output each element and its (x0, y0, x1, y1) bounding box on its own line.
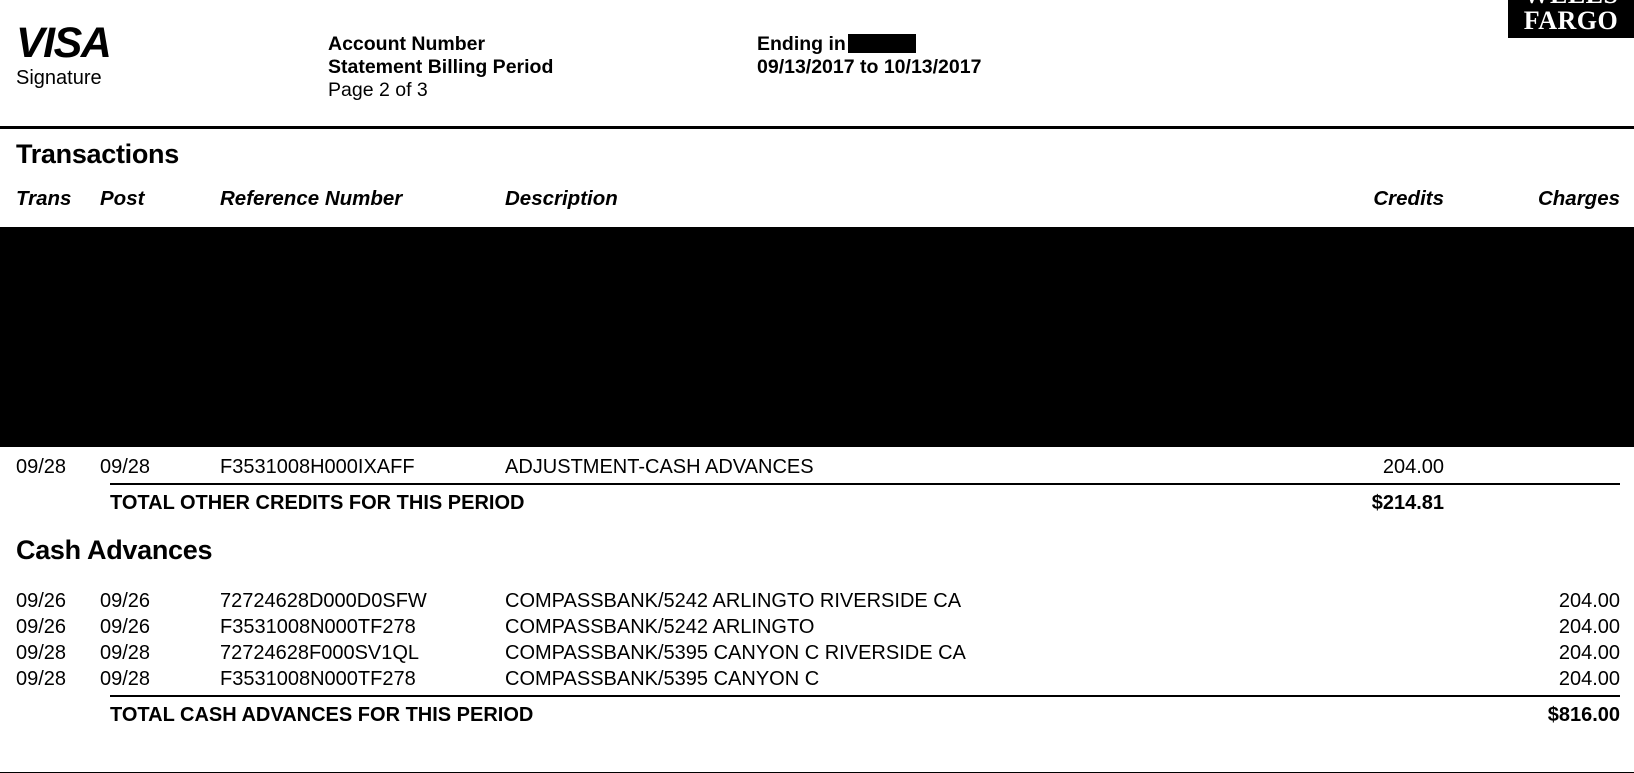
column-header-description: Description (505, 187, 618, 210)
row-trans-date: 09/28 (16, 642, 67, 664)
transactions-total-divider (110, 483, 1620, 485)
account-number-redaction (847, 34, 916, 53)
ending-in-row: Ending in (757, 33, 981, 56)
row-trans-date: 09/26 (16, 590, 67, 612)
row-post-date: 09/26 (100, 590, 151, 612)
row-charges: 204.00 (1558, 642, 1620, 664)
row-description: COMPASSBANK/5242 ARLINGTO RIVERSIDE CA (505, 590, 962, 612)
row-trans-date: 09/28 (16, 668, 67, 690)
column-header-charges: Charges (1537, 187, 1620, 210)
transactions-column-headers: Trans Post Reference Number Description … (0, 186, 1634, 212)
visa-signature-label: Signature (16, 67, 102, 89)
billing-period-label: Statement Billing Period (328, 56, 554, 78)
cash-advances-total-label: TOTAL CASH ADVANCES FOR THIS PERIOD (110, 704, 534, 726)
wells-fargo-logo: WELLS FARGO (1508, 0, 1634, 38)
statement-page: VISA Signature Account Number Statement … (0, 0, 1634, 773)
table-row: 09/28 09/28 F3531008N000TF278 COMPASSBAN… (0, 666, 1634, 692)
row-charges: 204.00 (1558, 590, 1620, 612)
row-reference: F3531008N000TF278 (220, 668, 416, 690)
row-description: ADJUSTMENT-CASH ADVANCES (505, 456, 814, 478)
billing-date-range: 09/13/2017 to 10/13/2017 (757, 56, 982, 78)
row-post-date: 09/28 (100, 642, 151, 664)
row-credits: 204.00 (1382, 456, 1444, 478)
row-reference: 72724628D000D0SFW (220, 590, 427, 612)
page-number-label: Page 2 of 3 (328, 79, 428, 101)
table-row: 09/26 09/26 72724628D000D0SFW COMPASSBAN… (0, 588, 1634, 614)
table-row: 09/28 09/28 72724628F000SV1QL COMPASSBAN… (0, 640, 1634, 666)
transactions-section-title: Transactions (16, 139, 179, 169)
row-reference: F3531008H000IXAFF (220, 456, 415, 478)
row-post-date: 09/26 (100, 616, 151, 638)
row-description: COMPASSBANK/5395 CANYON C (505, 668, 820, 690)
ending-in-label: Ending in (757, 33, 846, 55)
row-post-date: 09/28 (100, 456, 151, 478)
row-trans-date: 09/26 (16, 616, 67, 638)
row-description: COMPASSBANK/5395 CANYON C RIVERSIDE CA (505, 642, 966, 664)
cash-advances-total-charges: $816.00 (1547, 704, 1620, 726)
cash-advances-total-row: TOTAL CASH ADVANCES FOR THIS PERIOD $816… (0, 701, 1634, 729)
row-trans-date: 09/28 (16, 456, 67, 478)
column-header-reference: Reference Number (220, 187, 403, 210)
row-reference: F3531008N000TF278 (220, 616, 416, 638)
table-row: 09/28 09/28 F3531008H000IXAFF ADJUSTMENT… (0, 454, 1634, 480)
redacted-transactions-block (0, 227, 1634, 447)
account-info-values: Ending in 09/13/2017 to 10/13/2017 (757, 33, 981, 79)
row-description: COMPASSBANK/5242 ARLINGTO (505, 616, 815, 638)
row-charges: 204.00 (1558, 616, 1620, 638)
column-header-trans: Trans (16, 187, 72, 210)
cash-advances-section-title: Cash Advances (16, 535, 213, 565)
wells-fargo-line2: FARGO (1523, 6, 1619, 35)
row-post-date: 09/28 (100, 668, 151, 690)
row-reference: 72724628F000SV1QL (220, 642, 420, 664)
cash-advances-total-divider (110, 695, 1620, 697)
visa-wordmark: VISA (16, 19, 112, 67)
table-row: 09/26 09/26 F3531008N000TF278 COMPASSBAN… (0, 614, 1634, 640)
account-number-label: Account Number (328, 33, 486, 55)
transactions-total-row: TOTAL OTHER CREDITS FOR THIS PERIOD $214… (0, 489, 1634, 517)
statement-header: VISA Signature Account Number Statement … (0, 0, 1634, 126)
transactions-total-label: TOTAL OTHER CREDITS FOR THIS PERIOD (110, 492, 525, 514)
column-header-post: Post (100, 187, 145, 210)
visa-signature-logo: VISA Signature (16, 19, 246, 90)
account-info-labels: Account Number Statement Billing Period … (328, 33, 553, 102)
row-charges: 204.00 (1558, 668, 1620, 690)
transactions-total-credits: $214.81 (1371, 492, 1444, 514)
column-header-credits: Credits (1373, 187, 1444, 210)
